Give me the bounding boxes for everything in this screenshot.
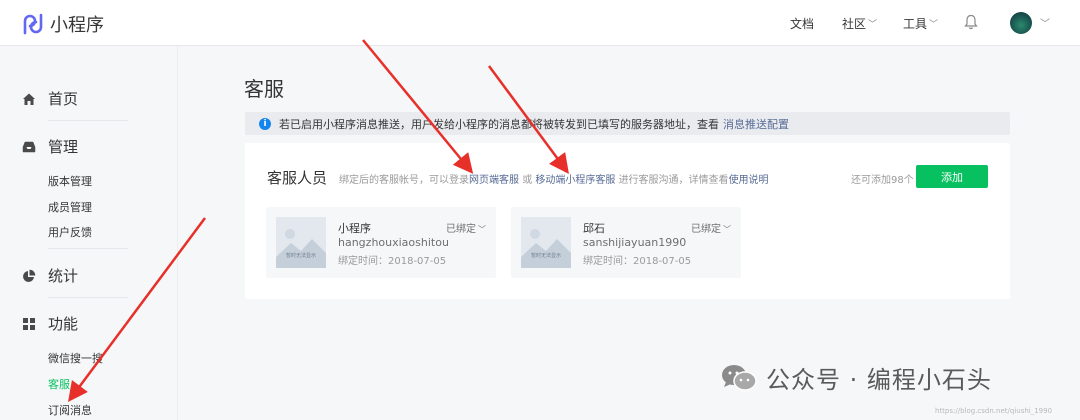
sidebar-item-stats-label: 统计 xyxy=(48,267,79,285)
image-placeholder-icon xyxy=(521,229,571,268)
divider xyxy=(48,120,128,121)
push-config-link[interactable]: 消息推送配置 xyxy=(723,116,789,132)
thumb-caption: 暂时无法显示 xyxy=(530,253,561,259)
agent-bind-time: 绑定时间：2018-07-05 xyxy=(338,256,447,267)
notice-bar: i 若已启用小程序消息推送，用户发给小程序的消息都将被转发到已填写的服务器地址，… xyxy=(245,112,1010,135)
sidebar-item-manage-label: 管理 xyxy=(48,138,79,156)
sidebar: 首页 管理 版本管理 成员管理 用户反馈 统计 功能 微信搜一搜 客服 订阅消息 xyxy=(0,46,178,420)
sidebar-item-subscription[interactable]: 订阅消息 xyxy=(48,402,92,418)
watermark-text: 公众号 · 编程小石头 xyxy=(766,366,992,394)
thumb-caption: 暂时无法显示 xyxy=(285,253,316,259)
staff-desc-mid: 进行客服沟通，详情查看 xyxy=(618,175,729,186)
agent-avatar: 暂时无法显示 xyxy=(521,217,571,268)
add-button[interactable]: 添加 xyxy=(916,165,988,188)
chevron-down-icon: ﹀ xyxy=(723,225,731,234)
avatar[interactable] xyxy=(1010,12,1032,34)
top-bar: 小程序 文档 社区 ﹀ 工具 ﹀ ﹀ xyxy=(0,0,1080,46)
miniprogram-logo-icon xyxy=(23,13,43,35)
sidebar-item-home[interactable]: 首页 xyxy=(22,88,78,109)
agent-name: 小程序 xyxy=(338,222,371,235)
agent-bind-time: 绑定时间：2018-07-05 xyxy=(583,256,692,267)
divider xyxy=(48,248,128,249)
logo[interactable]: 小程序 xyxy=(22,11,104,37)
app-name: 小程序 xyxy=(50,15,104,36)
chevron-down-icon[interactable]: ﹀ xyxy=(1040,15,1050,30)
agent-account: hangzhouxiaoshitou xyxy=(338,236,449,249)
bell-icon[interactable] xyxy=(964,14,978,34)
nav-community[interactable]: 社区 ﹀ xyxy=(842,0,877,46)
pie-chart-icon xyxy=(23,269,36,282)
sidebar-item-version[interactable]: 版本管理 xyxy=(48,173,92,189)
sidebar-item-features[interactable]: 功能 xyxy=(22,313,78,334)
sidebar-item-features-label: 功能 xyxy=(48,315,79,333)
nav-community-label: 社区 xyxy=(842,16,867,31)
sidebar-item-stats[interactable]: 统计 xyxy=(22,265,78,286)
sidebar-item-search[interactable]: 微信搜一搜 xyxy=(48,350,103,366)
watermark-url: https://blog.csdn.net/qiushi_1990 xyxy=(935,407,1053,415)
staff-title: 客服人员 xyxy=(267,169,328,187)
agent-card: 暂时无法显示 小程序 hangzhouxiaoshitou 绑定时间：2018-… xyxy=(266,207,496,278)
web-service-link[interactable]: 网页端客服 xyxy=(469,175,519,186)
staff-card: 客服人员 绑定后的客服帐号，可以登录网页端客服 或 移动端小程序客服 进行客服沟… xyxy=(245,143,1010,299)
watermark: 公众号 · 编程小石头 xyxy=(720,360,992,395)
divider xyxy=(48,297,128,298)
sidebar-item-customer-service[interactable]: 客服 xyxy=(48,376,70,392)
agent-avatar: 暂时无法显示 xyxy=(276,217,326,268)
agent-name: 邱石 xyxy=(583,222,605,235)
agent-account: sanshijiayuan1990 xyxy=(583,236,687,249)
grid-icon xyxy=(23,317,35,330)
staff-desc-prefix: 绑定后的客服帐号，可以登录 xyxy=(339,175,469,186)
info-icon: i xyxy=(259,117,271,130)
agent-status-dropdown[interactable]: 已绑定 ﹀ xyxy=(446,220,486,235)
mobile-service-link[interactable]: 移动端小程序客服 xyxy=(535,175,615,186)
chevron-down-icon: ﹀ xyxy=(868,19,878,30)
home-icon xyxy=(23,93,35,105)
sidebar-item-manage[interactable]: 管理 xyxy=(22,136,78,157)
inbox-icon xyxy=(22,141,36,152)
notice-text: 若已启用小程序消息推送，用户发给小程序的消息都将被转发到已填写的服务器地址，查看 xyxy=(279,117,719,131)
staff-desc: 绑定后的客服帐号，可以登录网页端客服 或 移动端小程序客服 进行客服沟通，详情查… xyxy=(339,171,769,186)
agent-card: 暂时无法显示 邱石 sanshijiayuan1990 绑定时间：2018-07… xyxy=(511,207,741,278)
wechat-icon xyxy=(722,364,757,391)
chevron-down-icon: ﹀ xyxy=(478,225,486,234)
sidebar-item-home-label: 首页 xyxy=(48,90,79,108)
agent-status-dropdown[interactable]: 已绑定 ﹀ xyxy=(691,220,731,235)
agent-status: 已绑定 xyxy=(446,224,476,235)
nav-tools[interactable]: 工具 ﹀ xyxy=(903,0,938,46)
remain-count: 还可添加98个 xyxy=(851,175,914,186)
chevron-down-icon: ﹀ xyxy=(929,19,939,30)
help-link[interactable]: 使用说明 xyxy=(729,175,769,186)
sidebar-item-feedback[interactable]: 用户反馈 xyxy=(48,224,92,240)
nav-docs-label: 文档 xyxy=(790,16,815,31)
nav-docs[interactable]: 文档 xyxy=(790,0,814,46)
sidebar-item-members[interactable]: 成员管理 xyxy=(48,199,92,215)
nav-tools-label: 工具 xyxy=(903,16,928,31)
page-title: 客服 xyxy=(244,77,284,101)
agent-status: 已绑定 xyxy=(691,224,721,235)
staff-desc-or: 或 xyxy=(522,175,533,186)
image-placeholder-icon xyxy=(276,229,326,268)
